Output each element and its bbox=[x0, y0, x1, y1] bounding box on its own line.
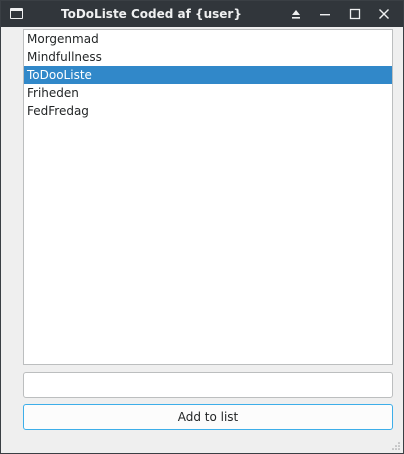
window-app-icon[interactable] bbox=[10, 8, 23, 19]
close-button[interactable] bbox=[374, 4, 394, 24]
window-title: ToDoListe Coded af {user} bbox=[61, 7, 242, 21]
maximize-button[interactable] bbox=[345, 4, 365, 24]
close-icon bbox=[379, 9, 389, 19]
minimize-button[interactable] bbox=[315, 4, 335, 24]
list-item[interactable]: Friheden bbox=[24, 84, 392, 102]
add-to-list-button[interactable]: Add to list bbox=[23, 404, 393, 430]
new-item-input[interactable] bbox=[23, 372, 393, 398]
list-item-selected[interactable]: ToDooListe bbox=[24, 66, 392, 84]
keep-above-icon bbox=[292, 10, 300, 19]
resize-grip-icon[interactable] bbox=[391, 441, 401, 451]
list-item[interactable]: FedFredag bbox=[24, 102, 392, 120]
title-bar[interactable]: ToDoListe Coded af {user} bbox=[1, 1, 403, 27]
minimize-icon bbox=[320, 14, 330, 16]
todo-list[interactable]: Morgenmad Mindfullness ToDooListe Frihed… bbox=[23, 29, 393, 365]
list-item[interactable]: Mindfullness bbox=[24, 48, 392, 66]
list-item[interactable]: Morgenmad bbox=[24, 30, 392, 48]
maximize-icon bbox=[349, 8, 361, 20]
keep-above-button[interactable] bbox=[286, 4, 306, 24]
app-window: ToDoListe Coded af {user} Morgenmad Mind… bbox=[0, 0, 404, 454]
